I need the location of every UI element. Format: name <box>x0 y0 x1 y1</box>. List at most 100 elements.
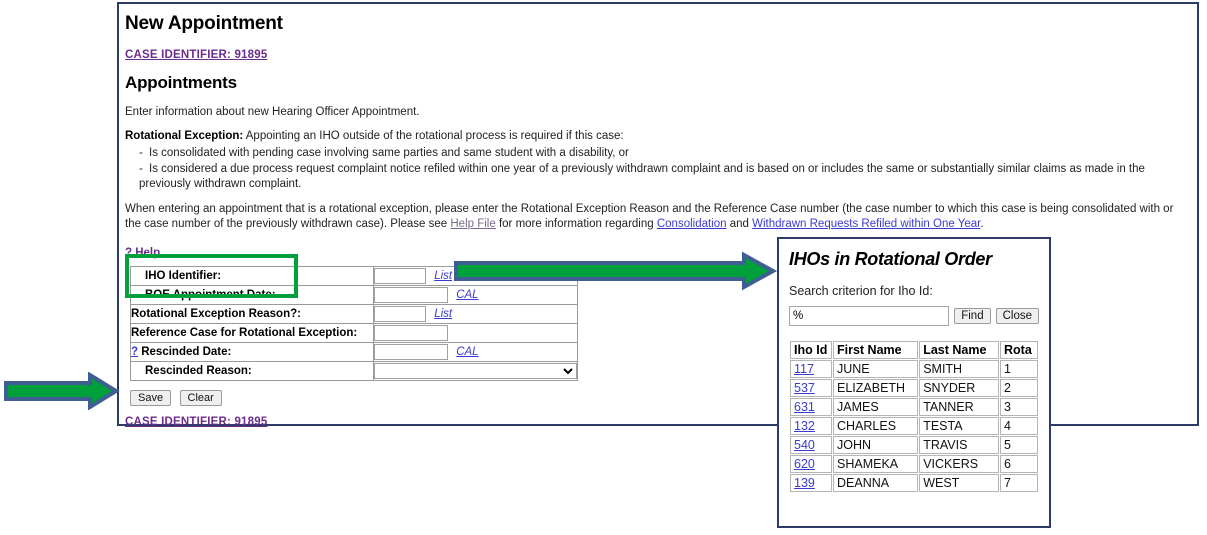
iho-identifier-input[interactable] <box>374 268 426 285</box>
iho-id-link[interactable]: 620 <box>794 457 815 471</box>
bullet-item-2-text: Is considered a due process request comp… <box>139 162 1145 191</box>
table-row[interactable]: 540 JOHN TRAVIS 5 <box>790 436 1038 454</box>
cell-iho-id: 537 <box>790 379 832 397</box>
cell-iho-id: 117 <box>790 360 832 378</box>
column-header-first-name: First Name <box>833 341 919 359</box>
page-title: New Appointment <box>125 13 283 34</box>
close-button[interactable]: Close <box>995 308 1039 324</box>
column-header-last-name: Last Name <box>919 341 999 359</box>
cell-iho-id: 139 <box>790 474 832 492</box>
rescinded-date-help-icon[interactable]: ? <box>131 346 138 358</box>
cell-last-name: WEST <box>919 474 999 492</box>
clear-button[interactable]: Clear <box>179 390 222 407</box>
case-identifier-link-bottom[interactable]: CASE IDENTIFIER: 91895 <box>125 416 267 428</box>
iho-id-link[interactable]: 139 <box>794 476 815 490</box>
field-reference-case <box>373 323 578 344</box>
label-boe-appointment-date: BOE Appointment Date: <box>130 285 374 306</box>
cell-last-name: SMITH <box>919 360 999 378</box>
cell-first-name: ELIZABETH <box>833 379 919 397</box>
form-row-rescinded-date: ? Rescinded Date: CAL <box>130 342 578 363</box>
cell-iho-id: 631 <box>790 398 832 416</box>
label-rescinded-date: ? Rescinded Date: <box>130 342 374 363</box>
save-button[interactable]: Save <box>130 390 172 407</box>
cell-last-name: TESTA <box>919 417 999 435</box>
rotational-exception-reason-input[interactable] <box>374 306 426 323</box>
rotational-exception-lead: Rotational Exception: Appointing an IHO … <box>125 129 1189 144</box>
cell-first-name: JAMES <box>833 398 919 416</box>
column-header-iho-id: Iho Id <box>790 341 832 359</box>
iho-id-link[interactable]: 537 <box>794 381 815 395</box>
iho-results-table: Iho Id First Name Last Name Rota 117 JUN… <box>789 340 1039 493</box>
iho-id-link[interactable]: 540 <box>794 438 815 452</box>
rotational-exception-text: Appointing an IHO outside of the rotatio… <box>243 130 624 143</box>
rotational-exception-reason-list-link[interactable]: List <box>434 308 452 320</box>
boe-appointment-date-cal-link[interactable]: CAL <box>456 289 478 301</box>
field-rotational-exception-reason: List <box>373 304 578 325</box>
cell-rota: 2 <box>1000 379 1038 397</box>
cell-first-name: JOHN <box>833 436 919 454</box>
rotational-guidance-paragraph: When entering an appointment that is a r… <box>125 202 1189 232</box>
cell-first-name: DEANNA <box>833 474 919 492</box>
cell-first-name: SHAMEKA <box>833 455 919 473</box>
cell-rota: 3 <box>1000 398 1038 416</box>
iho-id-link[interactable]: 631 <box>794 400 815 414</box>
iho-id-search-input[interactable] <box>789 306 950 326</box>
cell-iho-id: 620 <box>790 455 832 473</box>
bullet-item-1-text: Is consolidated with pending case involv… <box>149 147 629 160</box>
table-row[interactable]: 537 ELIZABETH SNYDER 2 <box>790 379 1038 397</box>
annotation-arrow-right <box>454 251 778 291</box>
table-row[interactable]: 139 DEANNA WEST 7 <box>790 474 1038 492</box>
cell-iho-id: 540 <box>790 436 832 454</box>
iho-table-body: 117 JUNE SMITH 1 537 ELIZABETH SNYDER 2 … <box>790 360 1038 492</box>
bullet-dash-icon: - <box>139 147 143 160</box>
table-row[interactable]: 117 JUNE SMITH 1 <box>790 360 1038 378</box>
guidance-text-end: . <box>980 218 984 231</box>
cell-last-name: TRAVIS <box>919 436 999 454</box>
table-row[interactable]: 132 CHARLES TESTA 4 <box>790 417 1038 435</box>
bullet-dash-icon: - <box>139 162 143 175</box>
column-header-rota: Rota <box>1000 341 1038 359</box>
cell-rota: 7 <box>1000 474 1038 492</box>
label-iho-identifier: IHO Identifier: <box>130 266 374 287</box>
withdrawn-requests-link[interactable]: Withdrawn Requests Refiled within One Ye… <box>752 218 980 230</box>
rescinded-date-input[interactable] <box>374 344 448 361</box>
bullet-item-2: - Is considered a due process request com… <box>125 162 1189 193</box>
cell-last-name: SNYDER <box>919 379 999 397</box>
label-reference-case: Reference Case for Rotational Exception: <box>130 323 374 344</box>
iho-identifier-list-link[interactable]: List <box>434 270 452 282</box>
iho-id-link[interactable]: 132 <box>794 419 815 433</box>
cell-rota: 6 <box>1000 455 1038 473</box>
consolidation-link[interactable]: Consolidation <box>657 218 727 230</box>
help-file-link[interactable]: Help File <box>450 218 495 230</box>
boe-appointment-date-input[interactable] <box>374 287 448 304</box>
iho-id-link[interactable]: 117 <box>794 362 814 376</box>
field-rescinded-reason <box>373 361 578 382</box>
popup-search-label: Search criterion for Iho Id: <box>789 284 933 298</box>
label-rescinded-reason: Rescinded Reason: <box>130 361 374 382</box>
label-rescinded-date-text: Rescinded Date: <box>138 346 232 359</box>
intro-text: Enter information about new Hearing Offi… <box>125 106 420 118</box>
bullet-item-1: - Is consolidated with pending case invol… <box>125 146 1189 162</box>
cell-first-name: JUNE <box>833 360 919 378</box>
table-row[interactable]: 620 SHAMEKA VICKERS 6 <box>790 455 1038 473</box>
popup-title: IHOs in Rotational Order <box>789 249 992 269</box>
rescinded-reason-select[interactable] <box>374 363 577 380</box>
cell-rota: 4 <box>1000 417 1038 435</box>
iho-rotational-order-popup: IHOs in Rotational Order Search criterio… <box>777 237 1051 528</box>
form-row-rotational-exception-reason: Rotational Exception Reason?: List <box>130 304 578 325</box>
popup-search-row: Find Close <box>789 306 1039 326</box>
reference-case-input[interactable] <box>374 325 448 342</box>
table-row[interactable]: 631 JAMES TANNER 3 <box>790 398 1038 416</box>
cell-iho-id: 132 <box>790 417 832 435</box>
form-row-reference-case: Reference Case for Rotational Exception: <box>130 323 578 344</box>
cell-first-name: CHARLES <box>833 417 919 435</box>
case-identifier-link-top[interactable]: CASE IDENTIFIER: 91895 <box>125 49 267 61</box>
rescinded-date-cal-link[interactable]: CAL <box>456 346 478 358</box>
guidance-text-mid: for more information regarding <box>495 218 657 231</box>
section-title: Appointments <box>125 73 237 92</box>
form-row-rescinded-reason: Rescinded Reason: <box>130 361 578 382</box>
guidance-text-and: and <box>726 218 753 231</box>
help-link[interactable]: ? Help <box>125 247 160 259</box>
find-button[interactable]: Find <box>954 308 991 324</box>
cell-rota: 1 <box>1000 360 1038 378</box>
